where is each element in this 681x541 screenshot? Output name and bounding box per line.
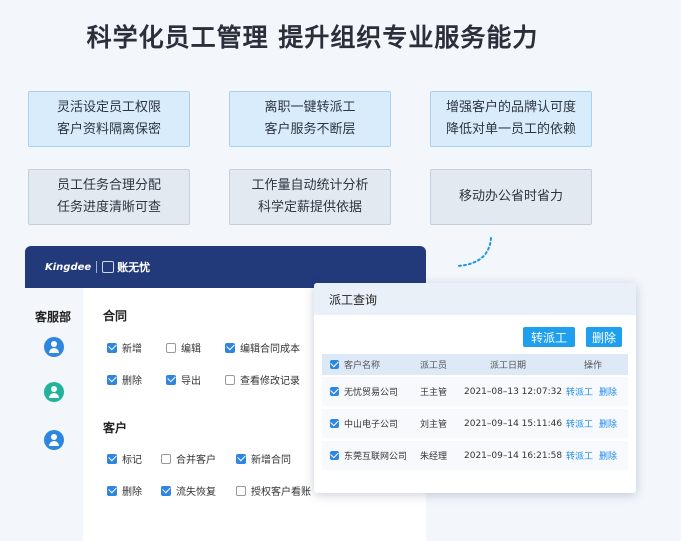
checkbox-unchecked-icon[interactable]: [161, 453, 171, 464]
feature-card-permissions: 灵活设定员工权限 客户资料隔离保密: [28, 91, 190, 147]
feature-line: 灵活设定员工权限: [56, 100, 161, 115]
table-row[interactable]: 中山电子公司 刘主管 2021–09–14 15:11:46 转派工 删除: [322, 409, 628, 438]
checkbox-checked-icon[interactable]: [225, 342, 235, 353]
checkbox-checked-icon[interactable]: [107, 485, 117, 496]
column-header-action: 操作: [584, 361, 603, 371]
kingdee-logo: Kingdee: [45, 261, 92, 273]
perm-customer-new-contract[interactable]: 新增合同: [236, 451, 291, 466]
perm-contract-export[interactable]: 导出: [166, 372, 201, 387]
column-header-date: 派工日期: [490, 361, 527, 371]
feature-line: 员工任务合理分配: [56, 178, 161, 193]
feature-card-workload: 工作量自动统计分析 科学定薪提供依据: [229, 169, 391, 225]
checkbox-unchecked-icon[interactable]: [236, 485, 246, 496]
row-checkbox-icon[interactable]: [330, 387, 339, 396]
table-row[interactable]: 东莞互联网公司 朱经理 2021–09–14 16:21:58 转派工 删除: [322, 441, 628, 470]
dotted-connector-icon: [456, 237, 492, 267]
cell-customer: 中山电子公司: [344, 420, 399, 430]
cell-staff: 王主管: [420, 388, 448, 398]
feature-line: 降低对单一员工的依赖: [445, 122, 576, 137]
perm-customer-restore[interactable]: 流失恢复: [161, 483, 216, 498]
staff-avatar-icon[interactable]: [44, 382, 64, 402]
cell-customer: 东莞互联网公司: [344, 452, 408, 462]
feature-line: 客户资料隔离保密: [56, 122, 161, 137]
perm-contract-edit[interactable]: 编辑: [166, 340, 201, 355]
staff-avatar-icon[interactable]: [44, 337, 64, 357]
checkbox-unchecked-icon[interactable]: [166, 342, 176, 353]
feature-line: 科学定薪提供依据: [257, 200, 362, 215]
cell-date: 2021–08–13 12:07:32: [464, 386, 563, 397]
cell-customer: 无忧贸易公司: [344, 388, 399, 398]
row-checkbox-icon[interactable]: [330, 419, 339, 428]
checkbox-checked-icon[interactable]: [107, 453, 117, 464]
department-sidebar: 客服部: [25, 288, 83, 541]
staff-avatar-icon[interactable]: [44, 430, 64, 450]
dialog-title: 派工查询: [314, 283, 636, 315]
row-delete-link[interactable]: 删除: [599, 409, 617, 438]
feature-card-transfer: 离职一键转派工 客户服务不断层: [229, 91, 391, 147]
cell-staff: 朱经理: [420, 452, 448, 462]
row-transfer-link[interactable]: 转派工: [566, 377, 593, 406]
row-checkbox-icon[interactable]: [330, 451, 339, 460]
brand-logo-icon: [102, 261, 115, 273]
cell-staff: 刘主管: [420, 420, 448, 430]
row-transfer-link[interactable]: 转派工: [566, 441, 593, 470]
row-delete-link[interactable]: 删除: [599, 441, 617, 470]
feature-card-tasks: 员工任务合理分配 任务进度清晰可查: [28, 169, 190, 225]
brand-name: 账无忧: [117, 261, 151, 274]
feature-line: 离职一键转派工: [264, 100, 356, 115]
feature-line: 工作量自动统计分析: [251, 178, 369, 193]
delete-button[interactable]: 删除: [586, 327, 622, 347]
perm-contract-add[interactable]: 新增: [107, 340, 142, 355]
logo-divider: [96, 261, 98, 273]
feature-card-brand: 增强客户的品牌认可度 降低对单一员工的依赖: [430, 91, 592, 147]
cell-date: 2021–09–14 15:11:46: [464, 418, 563, 429]
row-transfer-link[interactable]: 转派工: [566, 409, 593, 438]
checkbox-unchecked-icon[interactable]: [225, 374, 235, 385]
checkbox-checked-icon[interactable]: [236, 453, 246, 464]
customer-group-title: 客户: [103, 421, 128, 435]
table-header: 客户名称 派工员 派工日期 操作: [322, 354, 628, 375]
row-delete-link[interactable]: 删除: [599, 377, 617, 406]
department-title: 客服部: [35, 310, 72, 324]
table-row[interactable]: 无忧贸易公司 王主管 2021–08–13 12:07:32 转派工 删除: [322, 377, 628, 406]
page-headline: 科学化员工管理 提升组织专业服务能力: [86, 23, 539, 52]
column-header-customer: 客户名称: [344, 361, 381, 371]
select-all-checkbox-icon[interactable]: [330, 360, 339, 369]
feature-line: 客户服务不断层: [264, 122, 356, 137]
column-header-staff: 派工员: [420, 361, 448, 371]
perm-contract-edit-cost[interactable]: 编辑合同成本: [225, 340, 300, 355]
perm-customer-mark[interactable]: 标记: [107, 451, 142, 466]
perm-contract-history[interactable]: 查看修改记录: [225, 372, 300, 387]
perm-customer-delete[interactable]: 删除: [107, 483, 142, 498]
feature-line: 移动办公省时省力: [458, 189, 563, 204]
feature-line: 增强客户的品牌认可度: [445, 100, 576, 115]
checkbox-checked-icon[interactable]: [161, 485, 171, 496]
checkbox-checked-icon[interactable]: [107, 342, 117, 353]
app-header: Kingdee 账无忧: [25, 246, 426, 288]
perm-customer-grant[interactable]: 授权客户看账: [236, 483, 311, 498]
perm-contract-delete[interactable]: 删除: [107, 372, 142, 387]
contract-group-title: 合同: [103, 309, 128, 323]
checkbox-checked-icon[interactable]: [166, 374, 176, 385]
dispatch-query-dialog: 派工查询 转派工 删除 客户名称 派工员 派工日期 操作 无忧贸易公司 王主管 …: [314, 283, 636, 493]
feature-card-mobile: 移动办公省时省力: [430, 169, 592, 225]
checkbox-checked-icon[interactable]: [107, 374, 117, 385]
transfer-dispatch-button[interactable]: 转派工: [523, 327, 575, 347]
perm-customer-merge[interactable]: 合并客户: [161, 451, 216, 466]
cell-date: 2021–09–14 16:21:58: [464, 450, 563, 461]
feature-line: 任务进度清晰可查: [56, 200, 161, 215]
